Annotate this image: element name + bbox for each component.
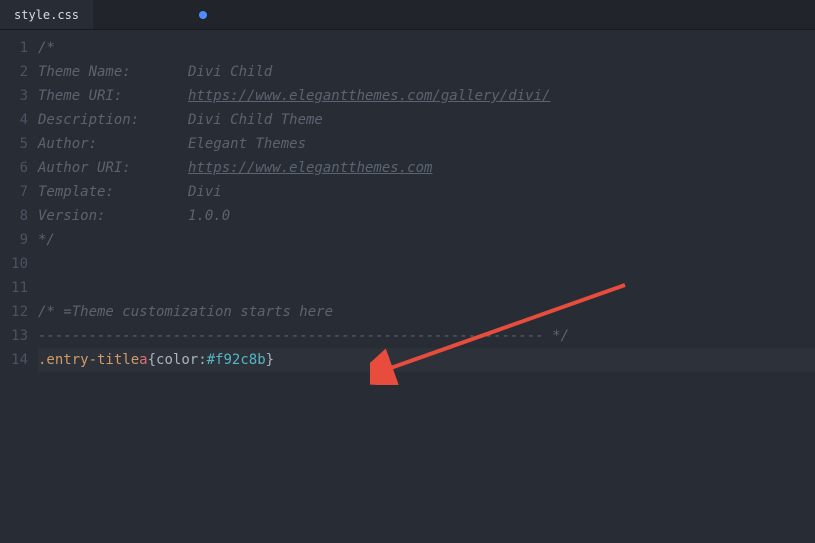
code-line: */ bbox=[38, 228, 55, 252]
code-line: Description:Divi Child Theme bbox=[38, 108, 323, 132]
tab-inactive-5[interactable] bbox=[221, 0, 249, 29]
line-number: 7 bbox=[0, 180, 28, 204]
line-number: 1 bbox=[0, 36, 28, 60]
code-line: ----------------------------------------… bbox=[38, 324, 569, 348]
tab-inactive-8[interactable] bbox=[305, 0, 333, 29]
line-number-gutter: 1 2 3 4 5 6 7 8 9 10 11 12 13 14 bbox=[0, 30, 38, 543]
line-number: 14 bbox=[0, 348, 28, 372]
line-number: 8 bbox=[0, 204, 28, 228]
css-selector: .entry-title bbox=[38, 348, 139, 372]
code-line: /* =Theme customization starts here bbox=[38, 300, 333, 324]
line-number: 6 bbox=[0, 156, 28, 180]
line-number: 5 bbox=[0, 132, 28, 156]
code-line: /* bbox=[38, 36, 55, 60]
line-number: 12 bbox=[0, 300, 28, 324]
code-line-highlighted: .entry-title a {color: #f92c8b} bbox=[38, 348, 815, 372]
code-line-empty bbox=[38, 276, 815, 300]
code-line: Author URI:https://www.elegantthemes.com bbox=[38, 156, 432, 180]
line-number: 4 bbox=[0, 108, 28, 132]
tab-inactive-1[interactable] bbox=[93, 0, 121, 29]
line-number: 13 bbox=[0, 324, 28, 348]
code-line: Template:Divi bbox=[38, 180, 222, 204]
css-tag: a bbox=[139, 348, 147, 372]
tab-inactive-3[interactable] bbox=[149, 0, 177, 29]
css-brace: { bbox=[148, 348, 156, 372]
tab-bar: style.css bbox=[0, 0, 815, 30]
css-brace: } bbox=[266, 348, 274, 372]
code-line: Version:1.0.0 bbox=[38, 204, 230, 228]
editor-area[interactable]: 1 2 3 4 5 6 7 8 9 10 11 12 13 14 /* Them… bbox=[0, 30, 815, 543]
tab-inactive-2[interactable] bbox=[121, 0, 149, 29]
css-property: color bbox=[156, 348, 198, 372]
code-line: Author:Elegant Themes bbox=[38, 132, 306, 156]
line-number: 3 bbox=[0, 84, 28, 108]
line-number: 2 bbox=[0, 60, 28, 84]
css-colon: : bbox=[198, 348, 206, 372]
tab-inactive-4[interactable] bbox=[177, 0, 221, 29]
code-line: Theme Name:Divi Child bbox=[38, 60, 272, 84]
tab-inactive-7[interactable] bbox=[277, 0, 305, 29]
unsaved-dot-icon bbox=[199, 11, 207, 19]
line-number: 11 bbox=[0, 276, 28, 300]
code-line: Theme URI:https://www.elegantthemes.com/… bbox=[38, 84, 550, 108]
css-value: #f92c8b bbox=[207, 348, 266, 372]
code-content[interactable]: /* Theme Name:Divi Child Theme URI:https… bbox=[38, 30, 815, 543]
tab-inactive-6[interactable] bbox=[249, 0, 277, 29]
code-line-empty bbox=[38, 252, 815, 276]
line-number: 9 bbox=[0, 228, 28, 252]
line-number: 10 bbox=[0, 252, 28, 276]
tab-style-css[interactable]: style.css bbox=[0, 0, 93, 29]
